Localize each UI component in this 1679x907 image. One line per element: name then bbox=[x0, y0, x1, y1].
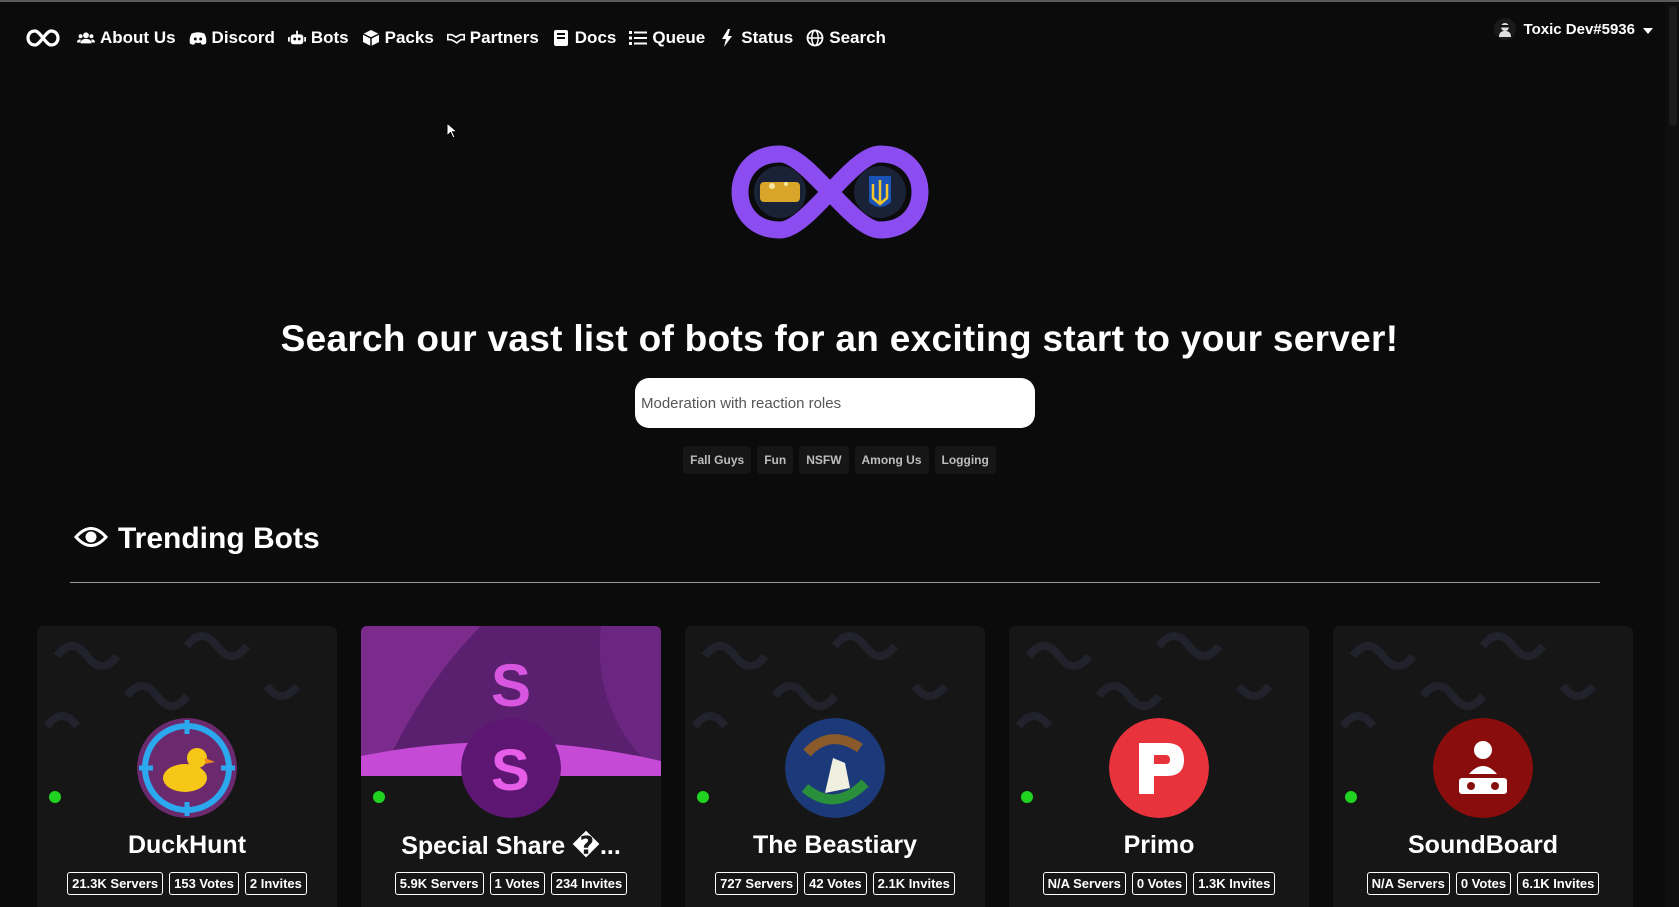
bolt-icon bbox=[718, 29, 736, 47]
nav-label: Bots bbox=[310, 28, 349, 47]
online-status-dot bbox=[1345, 791, 1357, 803]
bot-card-the-beastiary[interactable]: The Beastiary 727 Servers 42 Votes 2.1K … bbox=[685, 626, 985, 907]
bot-stats: 5.9K Servers 1 Votes 234 Invites bbox=[361, 872, 661, 895]
nav-queue[interactable]: Queue bbox=[629, 28, 705, 48]
nav-search[interactable]: Search bbox=[806, 28, 886, 48]
bot-avatar bbox=[1109, 718, 1209, 818]
votes-badge: 0 Votes bbox=[1455, 872, 1512, 895]
bot-name: DuckHunt bbox=[127, 831, 247, 859]
section-divider bbox=[70, 582, 1600, 583]
servers-badge: 727 Servers bbox=[715, 872, 799, 895]
invites-badge: 1.3K Invites bbox=[1193, 872, 1276, 895]
servers-badge: N/A Servers bbox=[1366, 872, 1450, 895]
globe-icon bbox=[806, 29, 824, 47]
users-icon bbox=[77, 29, 95, 47]
bot-name: Primo bbox=[1123, 831, 1195, 859]
tag-fun[interactable]: Fun bbox=[757, 446, 794, 474]
bot-name: Special Share �... bbox=[401, 832, 621, 860]
bot-card-duckhunt[interactable]: DuckHunt 21.3K Servers 153 Votes 2 Invit… bbox=[37, 626, 337, 907]
eye-icon bbox=[73, 522, 109, 556]
nav-docs[interactable]: Docs bbox=[552, 28, 617, 48]
bot-stats: 727 Servers 42 Votes 2.1K Invites bbox=[685, 872, 985, 895]
online-status-dot bbox=[1021, 791, 1033, 803]
invites-badge: 6.1K Invites bbox=[1517, 872, 1600, 895]
nav-partners[interactable]: Partners bbox=[446, 28, 539, 48]
scrollbar-thumb[interactable] bbox=[1669, 6, 1677, 126]
discord-icon bbox=[189, 29, 207, 47]
nav-packs[interactable]: Packs bbox=[362, 28, 434, 48]
online-status-dot bbox=[697, 791, 709, 803]
chevron-down-icon bbox=[1643, 21, 1653, 38]
tag-logging[interactable]: Logging bbox=[934, 446, 996, 474]
servers-badge: 21.3K Servers bbox=[67, 872, 164, 895]
robot-icon bbox=[287, 29, 306, 47]
tag-nsfw[interactable]: NSFW bbox=[799, 446, 849, 474]
nav-label: Search bbox=[829, 28, 886, 47]
votes-badge: 42 Votes bbox=[804, 872, 867, 895]
invites-badge: 2.1K Invites bbox=[872, 872, 955, 895]
online-status-dot bbox=[49, 791, 61, 803]
nav-label: Partners bbox=[469, 28, 539, 47]
top-border bbox=[0, 0, 1679, 2]
handshake-icon bbox=[446, 29, 465, 47]
trending-section-title: Trending Bots bbox=[73, 522, 320, 556]
nav-bots[interactable]: Bots bbox=[287, 28, 349, 48]
nav-label: About Us bbox=[100, 28, 176, 47]
bot-name: The Beastiary bbox=[753, 831, 917, 859]
votes-badge: 0 Votes bbox=[1131, 872, 1188, 895]
bot-avatar: S bbox=[461, 718, 561, 818]
bot-avatar bbox=[137, 718, 237, 818]
votes-badge: 1 Votes bbox=[489, 872, 545, 895]
tag-among-us[interactable]: Among Us bbox=[854, 446, 929, 474]
bot-avatar bbox=[1433, 718, 1533, 818]
navbar: About Us Discord Bots Packs Partners Doc… bbox=[26, 26, 886, 50]
infinity-logo-icon[interactable] bbox=[26, 26, 64, 50]
online-status-dot bbox=[373, 791, 385, 803]
bot-stats: N/A Servers 0 Votes 1.3K Invites bbox=[1009, 872, 1309, 895]
user-name: Toxic Dev#5936 bbox=[1523, 20, 1635, 38]
box-icon bbox=[362, 29, 380, 47]
nav-label: Docs bbox=[574, 28, 617, 47]
nav-label: Queue bbox=[652, 28, 706, 47]
invites-badge: 2 Invites bbox=[244, 872, 307, 895]
section-heading: Trending Bots bbox=[118, 522, 320, 555]
votes-badge: 153 Votes bbox=[169, 872, 239, 895]
nav-label: Status bbox=[741, 28, 794, 47]
bot-card-soundboard[interactable]: SoundBoard N/A Servers 0 Votes 6.1K Invi… bbox=[1333, 626, 1633, 907]
bot-avatar bbox=[785, 718, 885, 818]
hero-infinity-logo bbox=[730, 144, 930, 240]
bot-search-input[interactable] bbox=[635, 378, 1035, 428]
bot-stats: N/A Servers 0 Votes 6.1K Invites bbox=[1333, 872, 1633, 895]
svg-text:S: S bbox=[491, 652, 531, 719]
invites-badge: 234 Invites bbox=[550, 872, 628, 895]
servers-badge: N/A Servers bbox=[1042, 872, 1126, 895]
nav-about-us[interactable]: About Us bbox=[77, 28, 176, 48]
list-icon bbox=[629, 29, 648, 47]
tag-fall-guys[interactable]: Fall Guys bbox=[683, 446, 752, 474]
bot-card-special-share[interactable]: S S Special Share �... 5.9K Servers 1 Vo… bbox=[361, 626, 661, 907]
nav-label: Discord bbox=[211, 28, 275, 47]
user-avatar bbox=[1493, 18, 1516, 40]
nav-status[interactable]: Status bbox=[718, 28, 793, 48]
mouse-cursor-icon bbox=[446, 121, 459, 145]
hero-title: Search our vast list of bots for an exci… bbox=[280, 318, 1399, 359]
nav-discord[interactable]: Discord bbox=[189, 28, 275, 48]
bot-stats: 21.3K Servers 153 Votes 2 Invites bbox=[37, 872, 337, 895]
trending-bots-list: DuckHunt 21.3K Servers 153 Votes 2 Invit… bbox=[37, 626, 1633, 907]
servers-badge: 5.9K Servers bbox=[394, 872, 484, 895]
nav-label: Packs bbox=[384, 28, 434, 47]
bot-card-primo[interactable]: Primo N/A Servers 0 Votes 1.3K Invites bbox=[1009, 626, 1309, 907]
svg-text:S: S bbox=[491, 738, 530, 803]
search-tags: Fall Guys Fun NSFW Among Us Logging bbox=[0, 446, 1679, 474]
user-menu[interactable]: Toxic Dev#5936 bbox=[1493, 18, 1653, 40]
book-icon bbox=[552, 29, 570, 47]
bot-name: SoundBoard bbox=[1408, 831, 1558, 859]
